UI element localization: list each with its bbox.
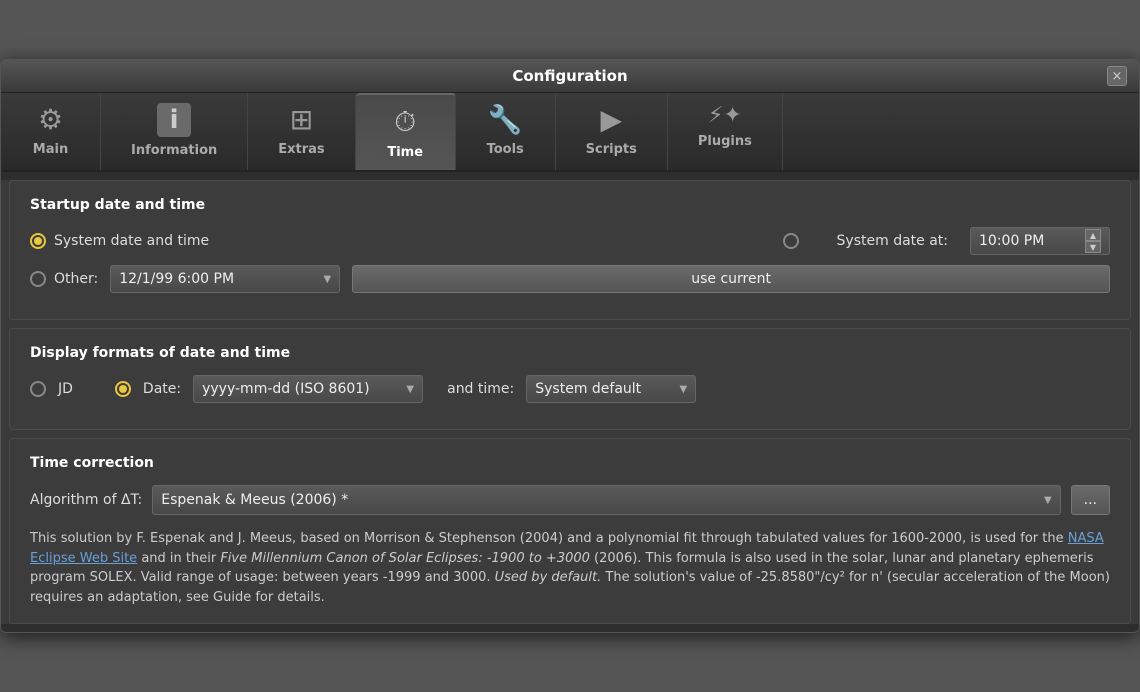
tab-plugins-label: Plugins [698, 134, 752, 149]
radio-checked-2[interactable] [115, 381, 131, 397]
scripts-icon: ▶ [601, 103, 623, 136]
time-icon: ⏱ [394, 105, 416, 139]
and-time-label: and time: [447, 381, 514, 397]
other-date-select[interactable]: 12/1/99 6:00 PM ▼ [110, 265, 340, 293]
system-datetime-radio-group[interactable]: System date and time [30, 233, 209, 249]
tab-time-label: Time [387, 145, 423, 160]
system-date-at-label: System date at: [837, 233, 948, 249]
configuration-window: Configuration × ⚙ Main i Information ⊞ E… [0, 59, 1140, 633]
other-radio[interactable] [30, 271, 46, 287]
tab-tools[interactable]: 🔧 Tools [456, 93, 556, 170]
tab-extras[interactable]: ⊞ Extras [248, 93, 355, 170]
system-date-at-radio-group[interactable]: System date at: [783, 233, 948, 249]
tab-main-label: Main [33, 142, 68, 157]
date-format-select[interactable]: yyyy-mm-dd (ISO 8601) ▼ [193, 375, 423, 403]
desc-part2: and in their [137, 551, 220, 566]
main-icon: ⚙ [38, 103, 63, 136]
system-datetime-radio[interactable] [30, 233, 46, 249]
system-date-at-radio[interactable] [783, 233, 799, 249]
algorithm-select[interactable]: Espenak & Meeus (2006) * ▼ [152, 485, 1060, 515]
spinner-down[interactable]: ▼ [1085, 241, 1101, 253]
close-button[interactable]: × [1107, 66, 1127, 86]
algorithm-value: Espenak & Meeus (2006) * [161, 492, 1036, 508]
other-label: Other: [54, 271, 98, 287]
startup-row-2: Other: 12/1/99 6:00 PM ▼ use current [30, 265, 1110, 293]
tab-main[interactable]: ⚙ Main [1, 93, 101, 170]
display-section: Display formats of date and time JD Date… [9, 328, 1131, 430]
plugins-icon: ⚡✦ [708, 103, 742, 128]
other-date-value: 12/1/99 6:00 PM [119, 271, 315, 287]
date-label: Date: [143, 381, 181, 397]
display-row: JD Date: yyyy-mm-dd (ISO 8601) ▼ and tim… [30, 375, 1110, 403]
italic-text1: Five Millennium Canon of Solar Eclipses:… [220, 551, 590, 566]
description-text: This solution by F. Espenak and J. Meeus… [30, 529, 1110, 607]
information-icon: i [157, 103, 191, 137]
spinner-up[interactable]: ▲ [1085, 229, 1101, 241]
jd-label: JD [58, 381, 73, 397]
display-title: Display formats of date and time [30, 345, 1110, 361]
tab-information[interactable]: i Information [101, 93, 248, 170]
startup-row-1: System date and time System date at: 10:… [30, 227, 1110, 255]
time-format-arrow: ▼ [680, 384, 688, 395]
tab-plugins[interactable]: ⚡✦ Plugins [668, 93, 783, 170]
date-format-value: yyyy-mm-dd (ISO 8601) [202, 381, 398, 397]
tab-scripts-label: Scripts [586, 142, 637, 157]
correction-section: Time correction Algorithm of ΔT: Espenak… [9, 438, 1131, 624]
title-bar: Configuration × [1, 60, 1139, 93]
startup-title: Startup date and time [30, 197, 1110, 213]
other-radio-group[interactable]: Other: [30, 271, 98, 287]
tab-information-label: Information [131, 143, 217, 158]
italic-text2: Used by default. [495, 570, 602, 585]
tab-tools-label: Tools [487, 142, 524, 157]
tools-icon: 🔧 [488, 103, 523, 136]
dots-button[interactable]: ... [1071, 485, 1110, 515]
correction-title: Time correction [30, 455, 1110, 471]
algorithm-arrow: ▼ [1044, 495, 1052, 506]
content-area: Startup date and time System date and ti… [1, 180, 1139, 624]
time-format-value: System default [535, 381, 671, 397]
spinner-controls[interactable]: ▲ ▼ [1085, 229, 1101, 253]
time-spinner[interactable]: 10:00 PM ▲ ▼ [970, 227, 1110, 255]
system-datetime-label: System date and time [54, 233, 209, 249]
algorithm-row: Algorithm of ΔT: Espenak & Meeus (2006) … [30, 485, 1110, 515]
time-format-select[interactable]: System default ▼ [526, 375, 696, 403]
time-value: 10:00 PM [979, 233, 1079, 249]
tab-scripts[interactable]: ▶ Scripts [556, 93, 668, 170]
tab-time[interactable]: ⏱ Time [356, 93, 456, 170]
jd-radio[interactable] [30, 381, 46, 397]
tab-bar: ⚙ Main i Information ⊞ Extras ⏱ Time 🔧 T… [1, 93, 1139, 172]
other-date-arrow: ▼ [324, 274, 332, 285]
date-format-arrow: ▼ [406, 384, 414, 395]
algorithm-label: Algorithm of ΔT: [30, 492, 142, 508]
use-current-button[interactable]: use current [352, 265, 1110, 293]
date-radio[interactable] [115, 381, 131, 397]
desc-part1: This solution by F. Espenak and J. Meeus… [30, 531, 1068, 546]
window-title: Configuration [33, 67, 1107, 85]
tab-extras-label: Extras [278, 142, 324, 157]
extras-icon: ⊞ [290, 103, 313, 136]
startup-section: Startup date and time System date and ti… [9, 180, 1131, 320]
